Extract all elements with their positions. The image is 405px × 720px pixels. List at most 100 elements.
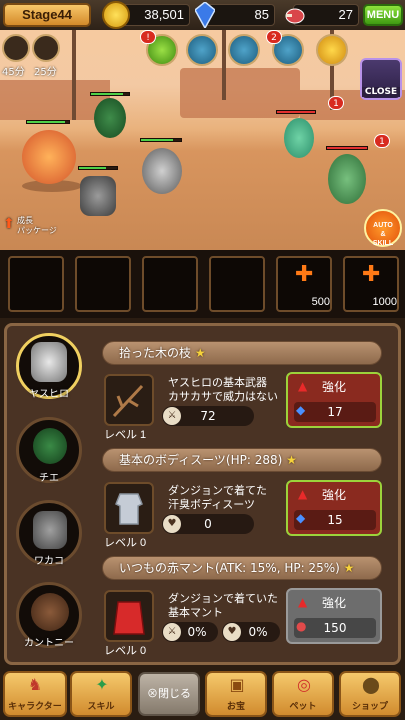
character-yasuhiro[interactable]: ヤスヒロ: [16, 333, 82, 400]
enhance-label: 強化: [321, 380, 346, 394]
unlock-slot[interactable]: ✚ 500: [276, 256, 332, 312]
bodysuit-item-icon[interactable]: [104, 482, 154, 534]
item-level: レベル 0: [104, 537, 147, 549]
slot-cost: 500: [311, 296, 330, 308]
green-helmet-portrait: [33, 428, 67, 464]
enemy-level-badge: 1: [374, 134, 390, 148]
nav-label: ショップ: [351, 701, 388, 711]
close-ad-button[interactable]: CLOSE: [360, 58, 402, 100]
plus-icon: ✚: [295, 262, 314, 287]
heart-icon: ♥: [223, 623, 241, 641]
growth-package-label: 成長 パッケージ: [17, 216, 57, 235]
character-name: チエ: [39, 473, 59, 484]
timer-1: 45分: [2, 67, 25, 78]
attack-stat: ⚔ 0%: [162, 622, 218, 642]
collar-icon: ◎: [297, 675, 311, 694]
enemy-level-badge: 1: [328, 96, 344, 110]
empty-slot[interactable]: [75, 256, 131, 312]
enhance-button[interactable]: ▲ 強化 15 ◆: [286, 480, 382, 536]
item-desc-2: 汗臭ボディスーツ: [168, 499, 256, 511]
gray-block-portrait: [33, 511, 67, 549]
item-desc-2: カサカサで威力はない: [168, 391, 278, 403]
nav-shop[interactable]: ⬤ ショップ: [339, 671, 401, 717]
knight-icon: ♞: [27, 675, 43, 694]
sword-icon: ⚔: [163, 407, 181, 425]
medal-icon[interactable]: [228, 34, 260, 66]
item-level: レベル 1: [104, 429, 147, 441]
enhance-label: 強化: [321, 596, 346, 610]
character-wakako[interactable]: ワカコ: [16, 500, 82, 567]
character-name: ヤスヒロ: [29, 389, 69, 400]
gift-box-icon[interactable]: [316, 34, 348, 66]
star-icon: ★: [343, 561, 355, 575]
red-cape-item-icon[interactable]: [104, 590, 154, 642]
slot-cost: 1000: [372, 296, 397, 308]
item-title: 基本のボディスーツ(HP: 288): [119, 453, 283, 467]
item-desc-1: ダンジョンで着てた: [168, 485, 267, 497]
hp-bar: [140, 138, 182, 142]
blue-gem-icon: ◆: [296, 403, 306, 417]
unlock-slot[interactable]: ✚ 1000: [343, 256, 399, 312]
nav-pet[interactable]: ◎ ペット: [272, 671, 334, 717]
branch-item-icon[interactable]: [104, 374, 154, 426]
enhance-cost: 15: [294, 510, 376, 530]
treasure-chest-icon: ▣: [229, 675, 245, 694]
pink-blob-hero: [22, 130, 76, 184]
gray-block-hero: [80, 176, 116, 216]
notification-badge: !: [140, 30, 156, 44]
empty-slot[interactable]: [8, 256, 64, 312]
item-desc-2: 基本マント: [168, 607, 223, 619]
nav-label: お宝: [226, 701, 245, 711]
auto-skill-button[interactable]: AUTO & SKILL: [364, 209, 402, 247]
utility-pole: [222, 30, 226, 100]
gold-pot-icon: ⬤: [362, 675, 380, 694]
green-helmet-hero: [94, 98, 126, 138]
growth-package-button[interactable]: ⬆ 成長 パッケージ: [3, 214, 65, 242]
empty-slot[interactable]: [142, 256, 198, 312]
knight-hero: [142, 148, 182, 194]
nav-skill[interactable]: ✦ スキル: [70, 671, 132, 717]
attack-stat: ⚔ 72: [162, 406, 254, 426]
nav-label: ペット: [289, 701, 317, 711]
item-title: いつもの赤マント(ATK: 15%, HP: 25%): [119, 561, 340, 575]
meat-icon: ●: [296, 619, 307, 633]
item-desc-1: ヤスヒロの基本武器: [168, 377, 267, 389]
sparkle-icon: ✦: [95, 675, 109, 694]
plus-icon: ✚: [362, 262, 381, 287]
close-label: CLOSE: [362, 87, 400, 97]
brown-blob-portrait: [31, 593, 69, 631]
enhance-button[interactable]: ▲ 強化 17 ◆: [286, 372, 382, 428]
character-name: ワカコ: [34, 556, 64, 567]
nav-treasure[interactable]: ▣ お宝: [205, 671, 267, 717]
green-zombie-enemy: [328, 154, 366, 204]
close-button[interactable]: ⊗閉じる: [138, 672, 200, 716]
knight-portrait: [31, 342, 67, 382]
nav-label: キャラクター: [8, 701, 62, 711]
enhance-button-disabled[interactable]: ▲ 強化 150 ●: [286, 588, 382, 644]
character-chie[interactable]: チエ: [16, 417, 82, 484]
nav-label: スキル: [87, 701, 115, 711]
hp-bar: [90, 92, 130, 96]
menu-button[interactable]: MENU: [363, 4, 403, 26]
gold-coin-icon: [102, 1, 130, 29]
sword-icon: ⚔: [163, 623, 181, 641]
blue-gem-icon: [194, 1, 216, 30]
enemy-hp-bar: [326, 146, 368, 150]
meat-timer-icon[interactable]: [2, 34, 30, 62]
enhance-cost: 17: [294, 402, 376, 422]
gold-timer-icon[interactable]: [32, 34, 60, 62]
item-level: レベル 0: [104, 645, 147, 657]
meat-icon: [283, 4, 305, 26]
stat-value: 72: [200, 409, 216, 423]
empty-slot[interactable]: [209, 256, 265, 312]
item-title: 拾った木の枝: [119, 346, 192, 360]
utility-pole: [72, 30, 76, 120]
star-icon: ★: [286, 453, 297, 467]
knight-event-icon[interactable]: [186, 34, 218, 66]
stage-label: Stage44: [3, 3, 91, 27]
gem-counter: 85: [205, 4, 275, 26]
nav-character[interactable]: ♞ キャラクター: [3, 671, 67, 717]
hp-bar: [78, 166, 118, 170]
item-header-cape: いつもの赤マント(ATK: 15%, HP: 25%) ★: [102, 556, 382, 580]
character-cantony[interactable]: カントニー: [16, 582, 82, 649]
